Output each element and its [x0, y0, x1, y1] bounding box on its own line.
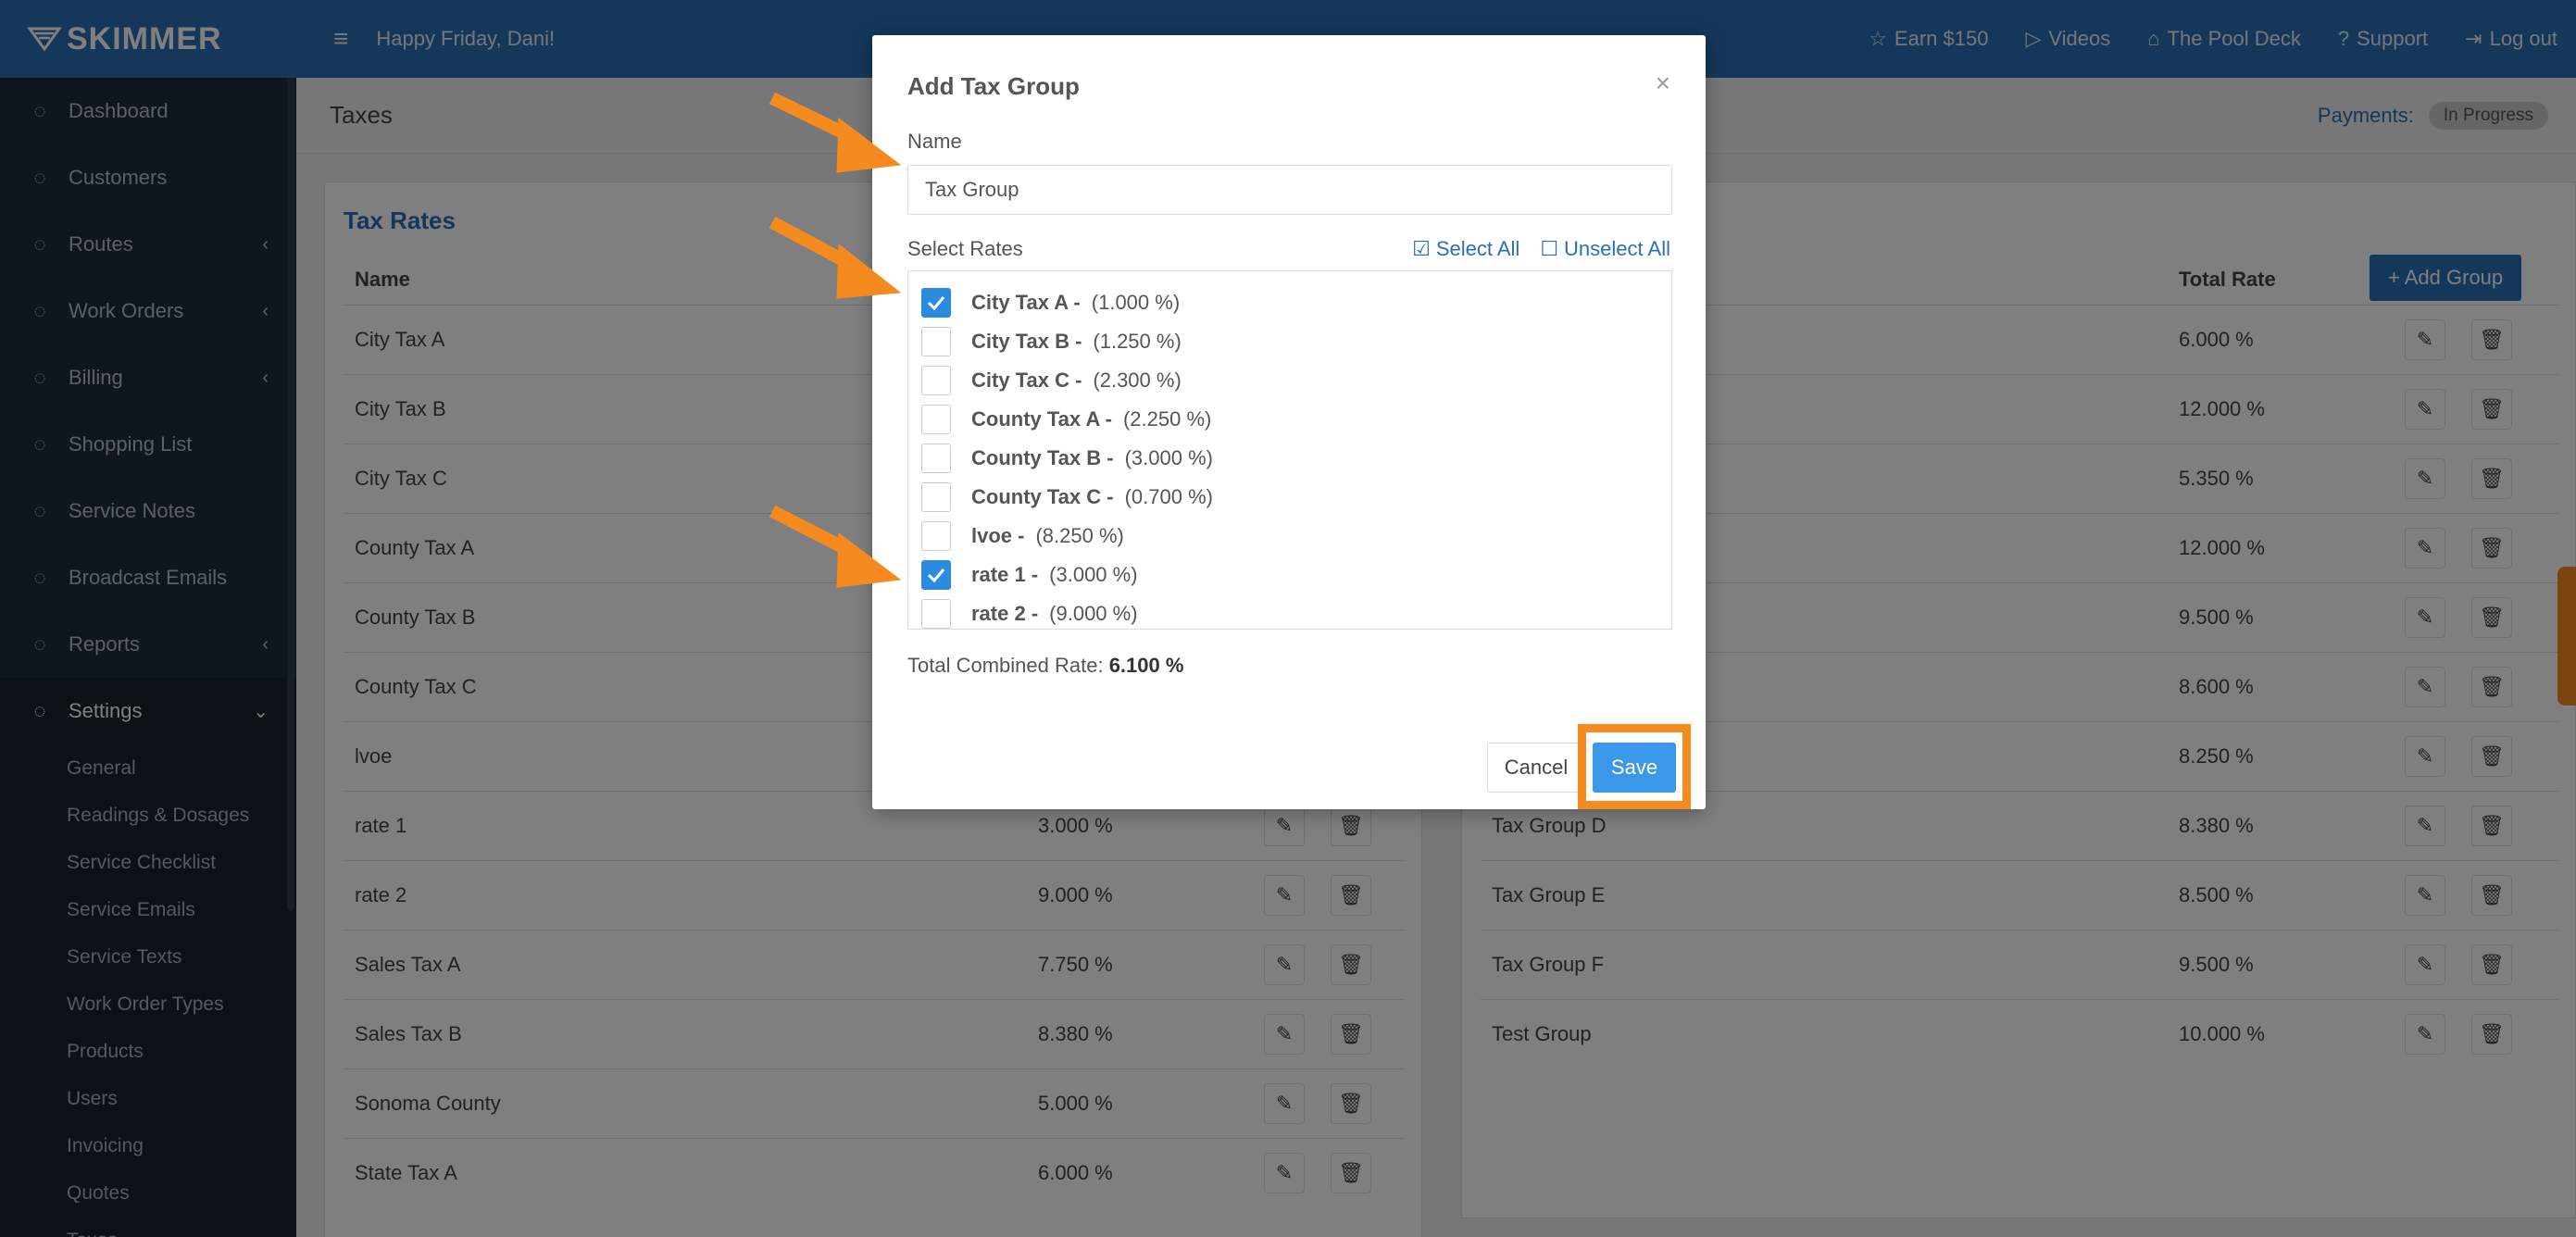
save-button[interactable]: Save [1593, 743, 1676, 793]
rate-option[interactable]: City Tax A - (1.000 %) [921, 286, 1180, 319]
rate-option-percent: (2.250 %) [1122, 407, 1212, 431]
checkbox-checked-icon: ☑ [1412, 237, 1431, 260]
checkbox-outline-icon: ☐ [1540, 237, 1559, 260]
total-rate-value: 6.100 % [1108, 654, 1184, 677]
rate-option[interactable]: County Tax C - (0.700 %) [921, 481, 1213, 514]
check-icon [927, 569, 945, 583]
rate-option[interactable]: rate 2 - (9.000 %) [921, 597, 1138, 629]
rate-option[interactable]: City Tax C - (2.300 %) [921, 364, 1182, 397]
rate-option-percent: (1.250 %) [1093, 330, 1182, 353]
rate-option-percent: (2.300 %) [1093, 369, 1182, 392]
rate-option-name: City Tax C - [971, 369, 1082, 392]
cancel-button[interactable]: Cancel [1487, 743, 1585, 793]
rate-option[interactable]: lvoe - (8.250 %) [921, 519, 1124, 553]
modal-title: Add Tax Group [907, 72, 1080, 100]
checkbox[interactable] [921, 599, 951, 629]
annotation-arrows [769, 92, 902, 588]
close-icon[interactable]: × [1656, 69, 1670, 98]
rate-option-name: County Tax A - [971, 407, 1112, 431]
select-all-link[interactable]: ☑ Select All [1412, 237, 1519, 261]
rate-option-percent: (1.000 %) [1091, 291, 1181, 314]
total-combined-rate: Total Combined Rate: 6.100 % [907, 654, 1184, 677]
rate-option-percent: (9.000 %) [1049, 602, 1138, 625]
rate-option[interactable]: City Tax B - (1.250 %) [921, 325, 1182, 358]
rate-option-percent: (3.000 %) [1124, 446, 1213, 469]
rate-option-name: County Tax C - [971, 485, 1114, 508]
rate-option-name: City Tax B - [971, 330, 1082, 353]
rate-list[interactable]: City Tax A - (1.000 %) City Tax B - (1.250 … [907, 270, 1672, 630]
rate-option-name: City Tax A - [971, 291, 1081, 314]
rate-option-name: rate 2 - [971, 602, 1039, 625]
rate-option-percent: (3.000 %) [1049, 563, 1138, 586]
name-input[interactable] [907, 165, 1672, 215]
unselect-all-link[interactable]: ☐ Unselect All [1540, 237, 1670, 261]
rate-option[interactable]: rate 1 - (3.000 %) [921, 558, 1138, 592]
rate-option-name: County Tax B - [971, 446, 1114, 469]
rate-option-name: rate 1 - [971, 563, 1039, 586]
rate-option-percent: (8.250 %) [1035, 524, 1124, 547]
rate-option[interactable]: County Tax A - (2.250 %) [921, 403, 1211, 436]
add-tax-group-modal: Add Tax Group × Name Select Rates ☑Selec… [872, 35, 1706, 809]
rate-option[interactable]: County Tax B - (3.000 %) [921, 442, 1213, 475]
select-links: ☑ Select All ☐ Unselect All [1412, 237, 1670, 261]
rate-option-percent: (0.700 %) [1124, 485, 1213, 508]
check-icon [927, 296, 945, 311]
rate-option-name: lvoe - [971, 524, 1025, 547]
